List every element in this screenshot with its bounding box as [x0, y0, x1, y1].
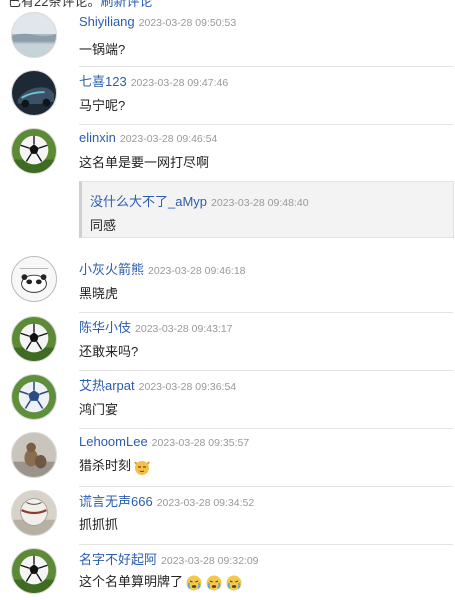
comment-count: 已有22条评论。: [8, 0, 101, 9]
avatar-soccer[interactable]: [11, 128, 57, 174]
comment-text-content: 这个名单算明牌了: [79, 574, 184, 589]
comment-meta: 谎言无声666 2023-03-28 09:34:52: [79, 491, 254, 511]
comment-text: 马宁呢?: [79, 98, 126, 113]
username-link[interactable]: LehoomLee: [79, 434, 148, 449]
avatar-ball[interactable]: [11, 490, 57, 536]
comment-timestamp: 2023-03-28 09:34:52: [156, 497, 255, 509]
avatar-lake[interactable]: [11, 12, 57, 58]
username-link[interactable]: 艾热arpat: [79, 378, 135, 393]
comment-text: 黑晓虎: [79, 286, 119, 301]
comment-text: 还敢来吗?: [79, 344, 139, 359]
comment-text: 抓抓抓: [79, 517, 119, 532]
divider: [79, 370, 453, 371]
avatar-soccer[interactable]: [11, 548, 57, 594]
username-link[interactable]: 七喜123: [79, 74, 127, 89]
comment-meta: Shiyiliang 2023-03-28 09:50:53: [79, 13, 236, 31]
comment-count-header: 已有22条评论。刷新评论: [8, 0, 152, 10]
avatar-panda[interactable]: [11, 256, 57, 302]
reply-text: 同感: [90, 218, 117, 233]
comment-text: 猎杀时刻: [79, 455, 151, 476]
divider: [79, 124, 453, 125]
comment-timestamp: 2023-03-28 09:46:18: [148, 265, 246, 277]
divider: [79, 428, 453, 429]
crying-face-emoji-icon: [185, 574, 203, 592]
comment-timestamp: 2023-03-28 09:50:53: [138, 17, 237, 29]
avatar-car[interactable]: [11, 70, 57, 116]
divider: [79, 544, 453, 545]
divider: [79, 486, 453, 487]
divider: [79, 66, 453, 67]
username-link[interactable]: elinxin: [79, 130, 116, 145]
cat-face-emoji-icon: [133, 458, 151, 476]
username-link[interactable]: 陈华小伎: [79, 320, 131, 335]
comment-timestamp: 2023-03-28 09:32:09: [161, 555, 259, 567]
reply-timestamp: 2023-03-28 09:48:40: [211, 197, 309, 209]
refresh-comments-link[interactable]: 刷新评论: [100, 0, 152, 9]
avatar-cat[interactable]: [11, 432, 57, 478]
comment-meta: 七喜123 2023-03-28 09:47:46: [79, 71, 228, 91]
crying-face-emoji-icon: [225, 574, 243, 592]
comment-timestamp: 2023-03-28 09:43:17: [135, 323, 233, 335]
comment-text: 鸿门宴: [79, 402, 119, 417]
comment-timestamp: 2023-03-28 09:46:54: [119, 133, 218, 145]
comment-meta: 名字不好起阿 2023-03-28 09:32:09: [79, 549, 259, 569]
comment-text: 这个名单算明牌了: [79, 571, 243, 592]
username-link[interactable]: Shiyiliang: [79, 14, 135, 29]
avatar-soccer-blue[interactable]: [11, 374, 57, 420]
comment-meta: elinxin 2023-03-28 09:46:54: [79, 129, 217, 147]
username-link[interactable]: 谎言无声666: [79, 494, 153, 509]
divider: [79, 312, 453, 313]
quoted-reply: 没什么大不了_aMyp 2023-03-28 09:48:40 同感: [79, 181, 454, 238]
username-link[interactable]: 小灰火箭熊: [79, 262, 144, 277]
comment-timestamp: 2023-03-28 09:35:57: [151, 437, 250, 449]
username-link[interactable]: 没什么大不了_aMyp: [90, 194, 207, 209]
comment-timestamp: 2023-03-28 09:47:46: [130, 77, 229, 89]
avatar-soccer[interactable]: [11, 316, 57, 362]
comment-meta: 小灰火箭熊 2023-03-28 09:46:18: [79, 259, 246, 279]
comment-text: 一锅端?: [79, 42, 126, 57]
crying-face-emoji-icon: [205, 574, 223, 592]
comment-text-content: 猎杀时刻: [79, 458, 132, 473]
username-link[interactable]: 名字不好起阿: [79, 552, 157, 567]
reply-meta: 没什么大不了_aMyp 2023-03-28 09:48:40: [90, 191, 309, 211]
comment-meta: LehoomLee 2023-03-28 09:35:57: [79, 433, 249, 451]
comment-meta: 陈华小伎 2023-03-28 09:43:17: [79, 317, 233, 337]
comment-timestamp: 2023-03-28 09:36:54: [138, 381, 237, 393]
comment-meta: 艾热arpat 2023-03-28 09:36:54: [79, 375, 236, 395]
comment-text: 这名单是要一网打尽啊: [79, 155, 210, 170]
